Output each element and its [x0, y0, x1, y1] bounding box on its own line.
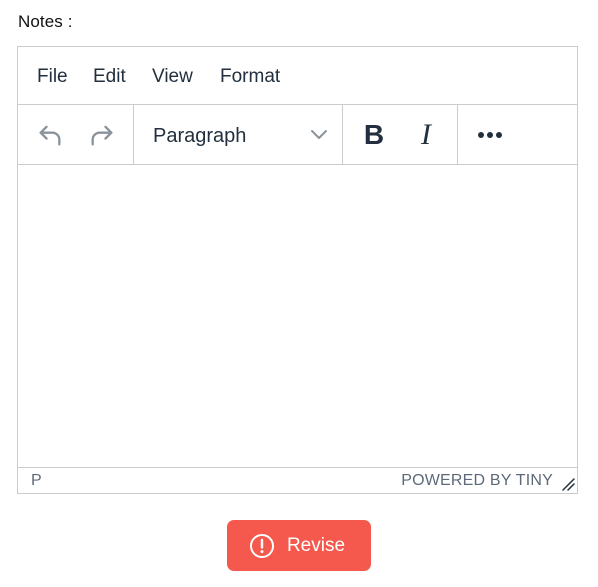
menu-view[interactable]: View [152, 66, 193, 88]
bold-button[interactable]: B [354, 117, 394, 153]
exclamation-circle-icon [249, 533, 274, 558]
more-horizontal-icon [478, 132, 502, 138]
chevron-down-icon [311, 130, 327, 139]
more-button[interactable] [469, 117, 511, 153]
revise-label: Revise [286, 534, 346, 556]
menu-edit[interactable]: Edit [93, 66, 126, 88]
toolbar-separator [342, 105, 343, 164]
notes-label: Notes : [18, 12, 73, 31]
element-path[interactable]: P [31, 472, 42, 490]
menu-format[interactable]: Format [220, 66, 280, 88]
block-format-value: Paragraph [153, 125, 247, 147]
rich-text-editor: File Edit View Format Paragraph B I P PO… [17, 46, 578, 494]
italic-button[interactable]: I [406, 117, 446, 153]
undo-icon [39, 125, 61, 146]
powered-by-link[interactable]: POWERED BY TINY [401, 472, 553, 490]
undo-button[interactable] [30, 118, 70, 152]
redo-icon [91, 125, 113, 146]
menu-file[interactable]: File [37, 66, 68, 88]
editor-menubar: File Edit View Format [18, 47, 577, 105]
editor-statusbar: P POWERED BY TINY [18, 467, 577, 493]
italic-icon: I [421, 118, 431, 151]
revise-button[interactable]: Revise [227, 520, 371, 571]
resize-handle-icon[interactable] [561, 477, 575, 491]
redo-button[interactable] [82, 118, 122, 152]
toolbar-separator [457, 105, 458, 164]
bold-icon: B [363, 119, 385, 150]
editor-content-area[interactable] [18, 165, 577, 468]
block-format-select[interactable]: Paragraph [134, 105, 342, 164]
editor-toolbar: Paragraph B I [18, 105, 577, 165]
